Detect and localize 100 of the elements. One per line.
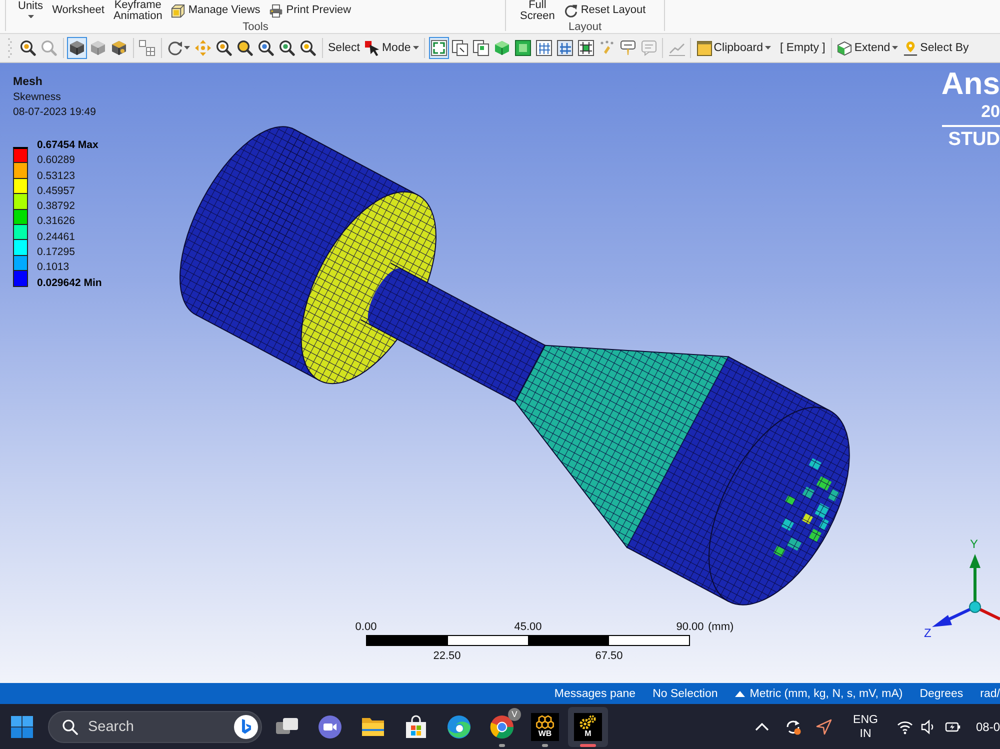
gears-icon [579,715,597,729]
caret-icon [892,46,898,50]
magnifier-icon [41,40,57,56]
pages-icon [472,40,489,56]
grid-icon [556,40,573,56]
search-icon [62,718,78,734]
legend-value: 0.1013 [37,260,70,276]
select-button[interactable]: Select [326,37,362,59]
cube-icon [494,40,510,56]
status-text: No Selection [652,688,718,700]
grid-corners-icon [430,40,447,56]
scale-label: 67.50 [595,650,623,663]
ribbon-group-label: Layout [567,21,603,33]
tag-icon [620,40,636,56]
box-zoom-button[interactable] [137,37,157,59]
scale-label: 90.00 [676,621,704,634]
mesh-model-drawing[interactable] [180,126,850,606]
four-arrows-icon [195,40,211,56]
selection-filter-button[interactable] [534,37,554,59]
legend-value: 0.60289 [37,153,76,168]
input-language-button[interactable]: ENG IN [853,712,878,740]
swirl-icon [447,714,471,738]
logo-badge-icon [234,714,258,738]
selection-filter-button[interactable] [554,37,575,59]
legend-value: 0.38792 [37,199,76,214]
mode-dropdown-button[interactable]: Mode [362,37,421,59]
squares-icon [139,40,155,56]
selection-filter-button[interactable] [450,37,470,59]
cube-icon [90,40,106,56]
callout-icon [640,40,657,56]
logo-edition: STUD [948,130,1000,150]
legend-subtitle: Skewness [13,90,62,105]
sync-icon[interactable] [785,718,802,734]
legend-date: 08-07-2023 19:49 [13,105,97,120]
scale-label: 22.50 [433,650,461,663]
cursor-arrow-icon [364,40,380,56]
ribbon-dropdown-button[interactable]: Units [18,0,44,18]
scale-label: 0.00 [355,621,377,634]
legend-value: 0.17295 [37,245,76,260]
axis-label: Z [924,627,932,640]
scale-unit: (mm) [708,621,734,634]
selection-filter-button[interactable] [428,37,449,59]
legend-value: 0.029642 Min [37,276,102,291]
clipboard-value: [ Empty ] [778,42,826,54]
app-tile-label: WB [538,730,552,738]
square-icon [514,40,531,56]
search-input[interactable]: Search [88,718,224,734]
ribbon-button[interactable]: Print Preview [269,4,352,18]
taskbar-app-button[interactable]: M [568,706,608,746]
legend-value: 0.53123 [37,168,76,184]
box-icon [171,4,186,18]
status-text: Messages pane [554,688,636,700]
magnifier-icon [300,40,316,56]
ribbon-button[interactable]: Full Screen [520,0,555,21]
caret-icon [184,46,190,50]
location-pin-icon [903,40,918,56]
shopping-bag-icon [404,714,428,738]
location-arrow-icon[interactable] [816,718,832,734]
magnifier-icon [237,40,253,56]
caret-up-icon [734,690,745,696]
profile-badge: V [508,708,521,720]
taskbar-app-button[interactable]: WB [525,706,565,746]
scale-label: 45.00 [514,621,542,634]
ribbon-button[interactable]: Worksheet [52,5,104,16]
selection-filter-button[interactable] [512,37,533,59]
ribbon-button[interactable]: Manage Views [171,4,260,18]
units-menu-button[interactable]: Metric (mm, kg, N, s, mV, mA) [734,688,903,700]
taskbar-app-button[interactable]: V [482,706,522,746]
app-tile-label: M [584,730,592,738]
video-camera-icon [318,714,342,738]
ribbon-button[interactable]: Reset Layout [564,4,646,18]
axis-triad-drawing[interactable] [932,554,1000,627]
selection-filter-button[interactable] [576,37,596,59]
clipboard-dropdown-button[interactable]: Clipboard [694,37,773,59]
wireframe-cube-icon [111,40,127,56]
honeycomb-icon [536,715,554,729]
shaded-cube-icon [69,40,85,56]
magnifier-icon [279,40,295,56]
extend-dropdown-button[interactable]: Extend [835,37,900,59]
grid-icon [578,40,594,56]
ribbon-button[interactable]: Keyframe Animation [113,0,162,21]
status-text: Degrees [920,688,964,700]
view-style-button[interactable] [67,37,87,59]
printer-icon [269,4,284,18]
wifi-icon[interactable] [896,718,913,734]
status-text: rad/ [980,688,1000,700]
magnifier-icon [258,40,274,56]
logo-version: 20 [981,101,1000,123]
logo-name: Ans [941,67,1000,101]
dots-icon [598,40,615,56]
grid-icon [536,40,552,56]
legend-value: 0.31626 [37,214,76,230]
magnifier-icon [20,40,36,56]
select-by-button[interactable]: Select By [901,37,971,59]
magnifier-icon [216,40,232,56]
clock-date: 08-0 [976,720,1000,734]
selection-filter-button[interactable] [470,37,491,59]
search-bar[interactable]: Search [48,710,262,742]
rotate-arrows-icon [167,40,183,56]
caret-icon [764,46,771,50]
